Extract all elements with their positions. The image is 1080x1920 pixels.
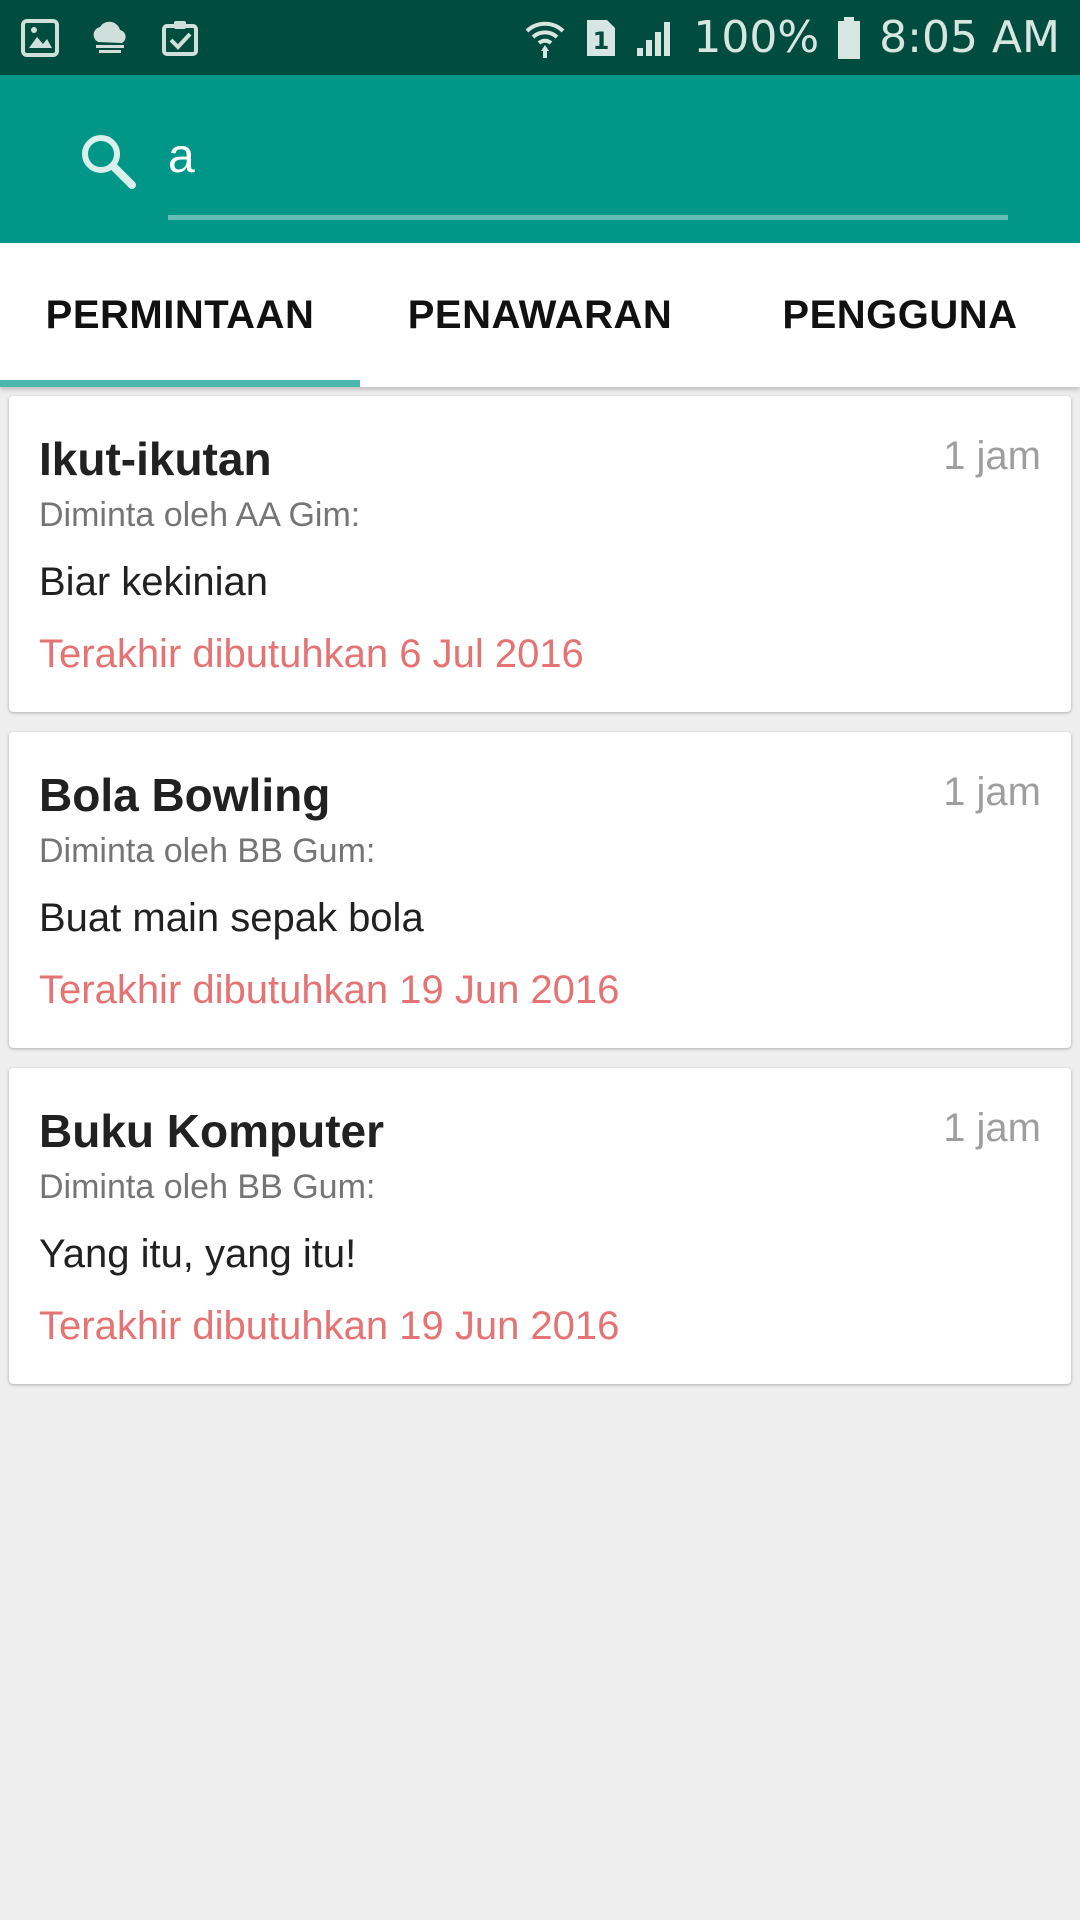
card-requester: Diminta oleh AA Gim: [39,496,361,534]
search-input[interactable] [168,117,1008,195]
sim-icon: 1 [585,18,617,58]
card-description: Biar kekinian [39,560,269,604]
card-time: 1 jam [943,770,1041,814]
card-title: Ikut-ikutan [39,433,272,485]
tab-label: PERMINTAAN [45,292,315,337]
card-requester: Diminta oleh BB Gum: [39,1168,376,1206]
request-list: Ikut-ikutan 1 jam Diminta oleh AA Gim: B… [9,396,1071,1404]
gallery-icon [20,18,60,58]
card-time: 1 jam [943,434,1041,478]
signal-icon [635,18,675,58]
tab-selected-indicator [0,380,360,387]
request-card[interactable]: Bola Bowling 1 jam Diminta oleh BB Gum: … [9,732,1071,1048]
status-notification-icons [20,0,200,75]
search-header [0,75,1080,243]
card-description: Buat main sepak bola [39,896,424,940]
card-title: Buku Komputer [39,1105,384,1157]
card-description: Yang itu, yang itu! [39,1232,357,1276]
battery-icon [837,16,861,60]
tab-label: PENAWARAN [407,292,673,337]
search-icon[interactable] [78,131,136,189]
tab-permintaan[interactable]: PERMINTAAN [0,243,360,387]
card-requester: Diminta oleh BB Gum: [39,832,376,870]
status-bar: 1 100% 8:05 AM [0,0,1080,75]
cloud-icon [88,18,132,58]
sim-slot-label: 1 [593,27,610,55]
card-time: 1 jam [943,1106,1041,1150]
request-card[interactable]: Buku Komputer 1 jam Diminta oleh BB Gum:… [9,1068,1071,1384]
search-underline [168,215,1008,220]
clock: 8:05 AM [879,12,1060,63]
status-system-area: 1 100% 8:05 AM [523,0,1060,75]
tab-pengguna[interactable]: PENGGUNA [720,243,1080,387]
tab-bar: PERMINTAAN PENAWARAN PENGGUNA [0,243,1080,387]
tab-label: PENGGUNA [782,292,1018,337]
request-card[interactable]: Ikut-ikutan 1 jam Diminta oleh AA Gim: B… [9,396,1071,712]
battery-percentage: 100% [693,12,820,63]
wifi-icon [523,16,567,60]
card-deadline: Terakhir dibutuhkan 6 Jul 2016 [39,632,584,676]
card-deadline: Terakhir dibutuhkan 19 Jun 2016 [39,968,620,1012]
card-title: Bola Bowling [39,769,331,821]
clipboard-check-icon [160,18,200,58]
tab-penawaran[interactable]: PENAWARAN [360,243,720,387]
card-deadline: Terakhir dibutuhkan 19 Jun 2016 [39,1304,620,1348]
